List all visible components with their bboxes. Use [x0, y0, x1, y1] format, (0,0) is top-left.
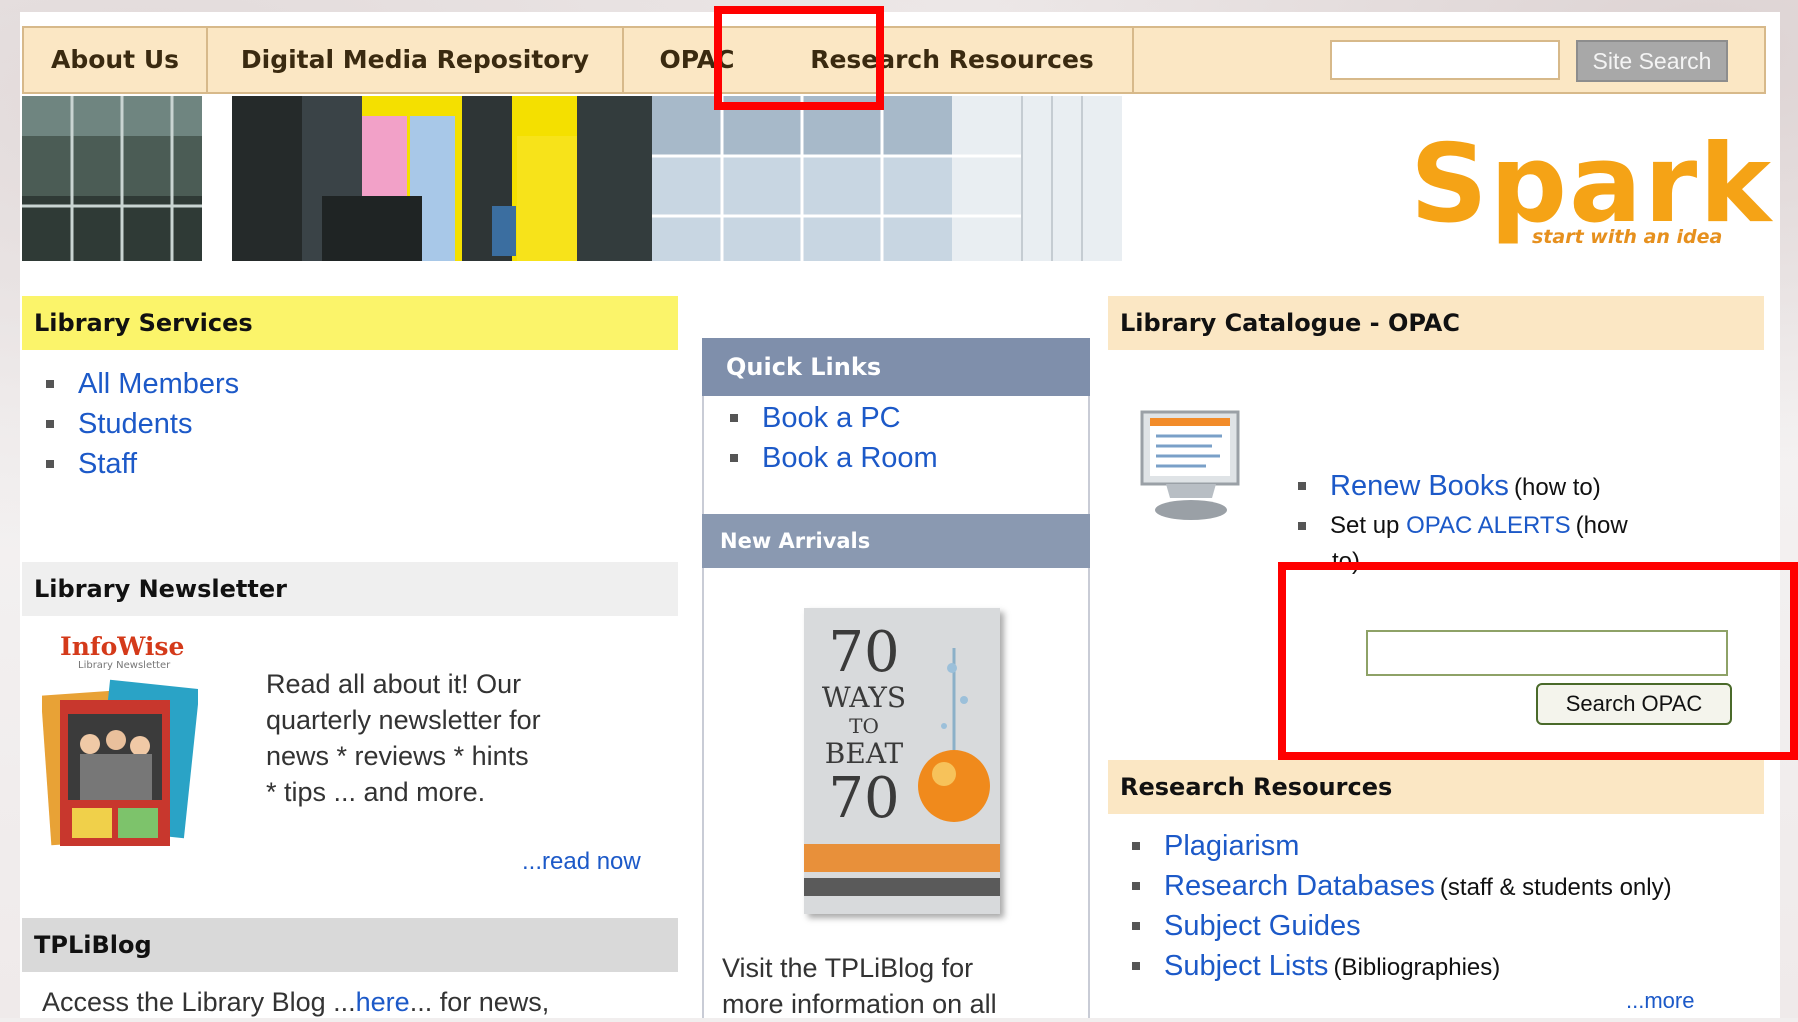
- top-navigation-bar: About Us Digital Media Repository OPAC R…: [22, 26, 1766, 94]
- new-arrivals-header: New Arrivals: [702, 514, 1090, 568]
- list-item: Book a Room: [724, 438, 938, 478]
- list-item: Book a PC: [724, 398, 938, 438]
- plagiarism-link[interactable]: Plagiarism: [1164, 830, 1299, 862]
- research-resources-header: Research Resources: [1108, 760, 1764, 814]
- list-item: Students: [40, 404, 239, 444]
- list-item: All Members: [40, 364, 239, 404]
- building-photo: [22, 96, 1246, 261]
- opac-links-list: Renew Books (how to) Set up OPAC ALERTS …: [1292, 466, 1628, 546]
- research-databases-link[interactable]: Research Databases: [1164, 870, 1435, 902]
- tpliblog-text-before: Access the Library Blog ...: [42, 987, 356, 1017]
- new-arrival-book-cover[interactable]: 70 WAYS TO BEAT 70: [804, 608, 1000, 914]
- site-search-input[interactable]: [1330, 40, 1560, 80]
- book-a-pc-link[interactable]: Book a PC: [762, 402, 901, 434]
- newsletter-description: Read all about it! Our quarterly newslet…: [266, 666, 646, 810]
- tpliblog-here-link[interactable]: here: [356, 987, 410, 1017]
- nav-opac[interactable]: OPAC: [624, 28, 770, 92]
- opac-alerts-note-wrap: to): [1332, 548, 1361, 575]
- opac-alerts-link[interactable]: OPAC ALERTS: [1406, 512, 1571, 539]
- library-homepage: About Us Digital Media Repository OPAC R…: [20, 12, 1780, 1020]
- newsletter-description-line: * tips ... and more.: [266, 777, 486, 807]
- visit-text-line: Visit the TPLiBlog for: [722, 953, 974, 983]
- read-now-link[interactable]: ...read now: [522, 848, 641, 876]
- list-item: Subject Guides: [1126, 906, 1672, 946]
- opac-alerts-note: (how: [1575, 512, 1628, 539]
- list-item: Staff: [40, 444, 239, 484]
- subject-guides-link[interactable]: Subject Guides: [1164, 910, 1361, 942]
- spark-logo: Spark start with an idea: [1410, 122, 1771, 260]
- opac-alerts-prefix: Set up: [1330, 512, 1407, 539]
- tpliblog-text-after: ... for news,: [409, 987, 550, 1017]
- library-newsletter-header: Library Newsletter: [22, 562, 678, 616]
- newsletter-description-line: news * reviews * hints: [266, 741, 529, 771]
- renew-books-link[interactable]: Renew Books: [1330, 470, 1509, 502]
- newsletter-cover-title: InfoWise: [60, 632, 185, 661]
- staff-link[interactable]: Staff: [78, 448, 137, 480]
- nav-about-us[interactable]: About Us: [24, 28, 206, 92]
- library-services-header: Library Services: [22, 296, 678, 350]
- new-arrivals-visit-text: Visit the TPLiBlog for more information …: [722, 950, 1082, 1022]
- subject-lists-link[interactable]: Subject Lists: [1164, 950, 1328, 982]
- research-databases-note: (staff & students only): [1439, 874, 1672, 901]
- library-services-list: All Members Students Staff: [40, 364, 239, 484]
- subject-lists-note: (Bibliographies): [1333, 954, 1501, 981]
- visit-text-line: more information on all: [722, 989, 997, 1019]
- search-opac-button[interactable]: Search OPAC: [1536, 683, 1732, 725]
- newsletter-description-line: Read all about it! Our: [266, 669, 522, 699]
- library-catalogue-opac-header: Library Catalogue - OPAC: [1108, 296, 1764, 350]
- tpliblog-header: TPLiBlog: [22, 918, 678, 972]
- students-link[interactable]: Students: [78, 408, 192, 440]
- computer-monitor-icon: [1140, 410, 1240, 520]
- list-item: Research Databases (staff & students onl…: [1126, 866, 1672, 906]
- research-resources-list: Plagiarism Research Databases (staff & s…: [1126, 826, 1672, 986]
- list-item: Subject Lists (Bibliographies): [1126, 946, 1672, 986]
- list-item: Renew Books (how to): [1292, 466, 1628, 506]
- list-item: Plagiarism: [1126, 826, 1672, 866]
- nav-research-resources[interactable]: Research Resources: [772, 28, 1132, 92]
- book-cover-art: [804, 648, 1000, 896]
- site-search-button[interactable]: Site Search: [1576, 40, 1728, 82]
- all-members-link[interactable]: All Members: [78, 368, 239, 400]
- tpliblog-text: Access the Library Blog ...here... for n…: [42, 984, 549, 1020]
- quick-links-list: Book a PC Book a Room: [724, 398, 938, 478]
- library-banner-photo: [22, 96, 1246, 261]
- newsletter-description-line: quarterly newsletter for: [266, 705, 541, 735]
- opac-search-input[interactable]: [1366, 630, 1728, 676]
- research-more-link[interactable]: ...more: [1626, 988, 1694, 1014]
- quick-links-header: Quick Links: [702, 338, 1090, 396]
- newsletter-cover-image[interactable]: InfoWise Library Newsletter: [42, 632, 198, 854]
- book-a-room-link[interactable]: Book a Room: [762, 442, 938, 474]
- logo-tagline: start with an idea: [1532, 226, 1723, 248]
- nav-divider: [1132, 28, 1134, 92]
- newsletter-cover-subtitle: Library Newsletter: [78, 660, 171, 671]
- newsletter-cover-stack: [42, 679, 198, 846]
- renew-books-note: (how to): [1514, 474, 1601, 501]
- nav-digital-media-repository[interactable]: Digital Media Repository: [208, 28, 622, 92]
- list-item: Set up OPAC ALERTS (how: [1292, 506, 1628, 546]
